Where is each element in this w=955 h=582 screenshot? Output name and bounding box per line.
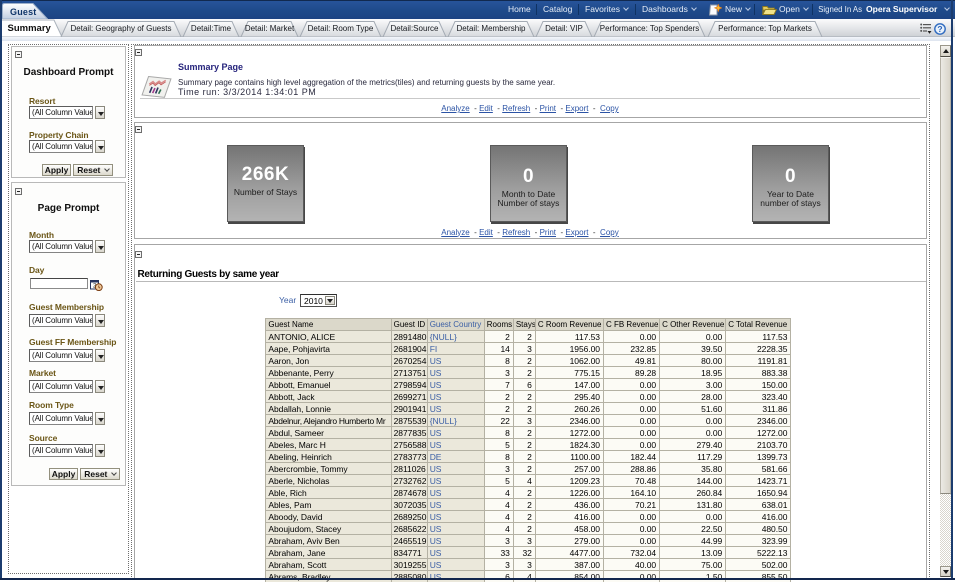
svg-text:?: ? — [937, 24, 942, 34]
